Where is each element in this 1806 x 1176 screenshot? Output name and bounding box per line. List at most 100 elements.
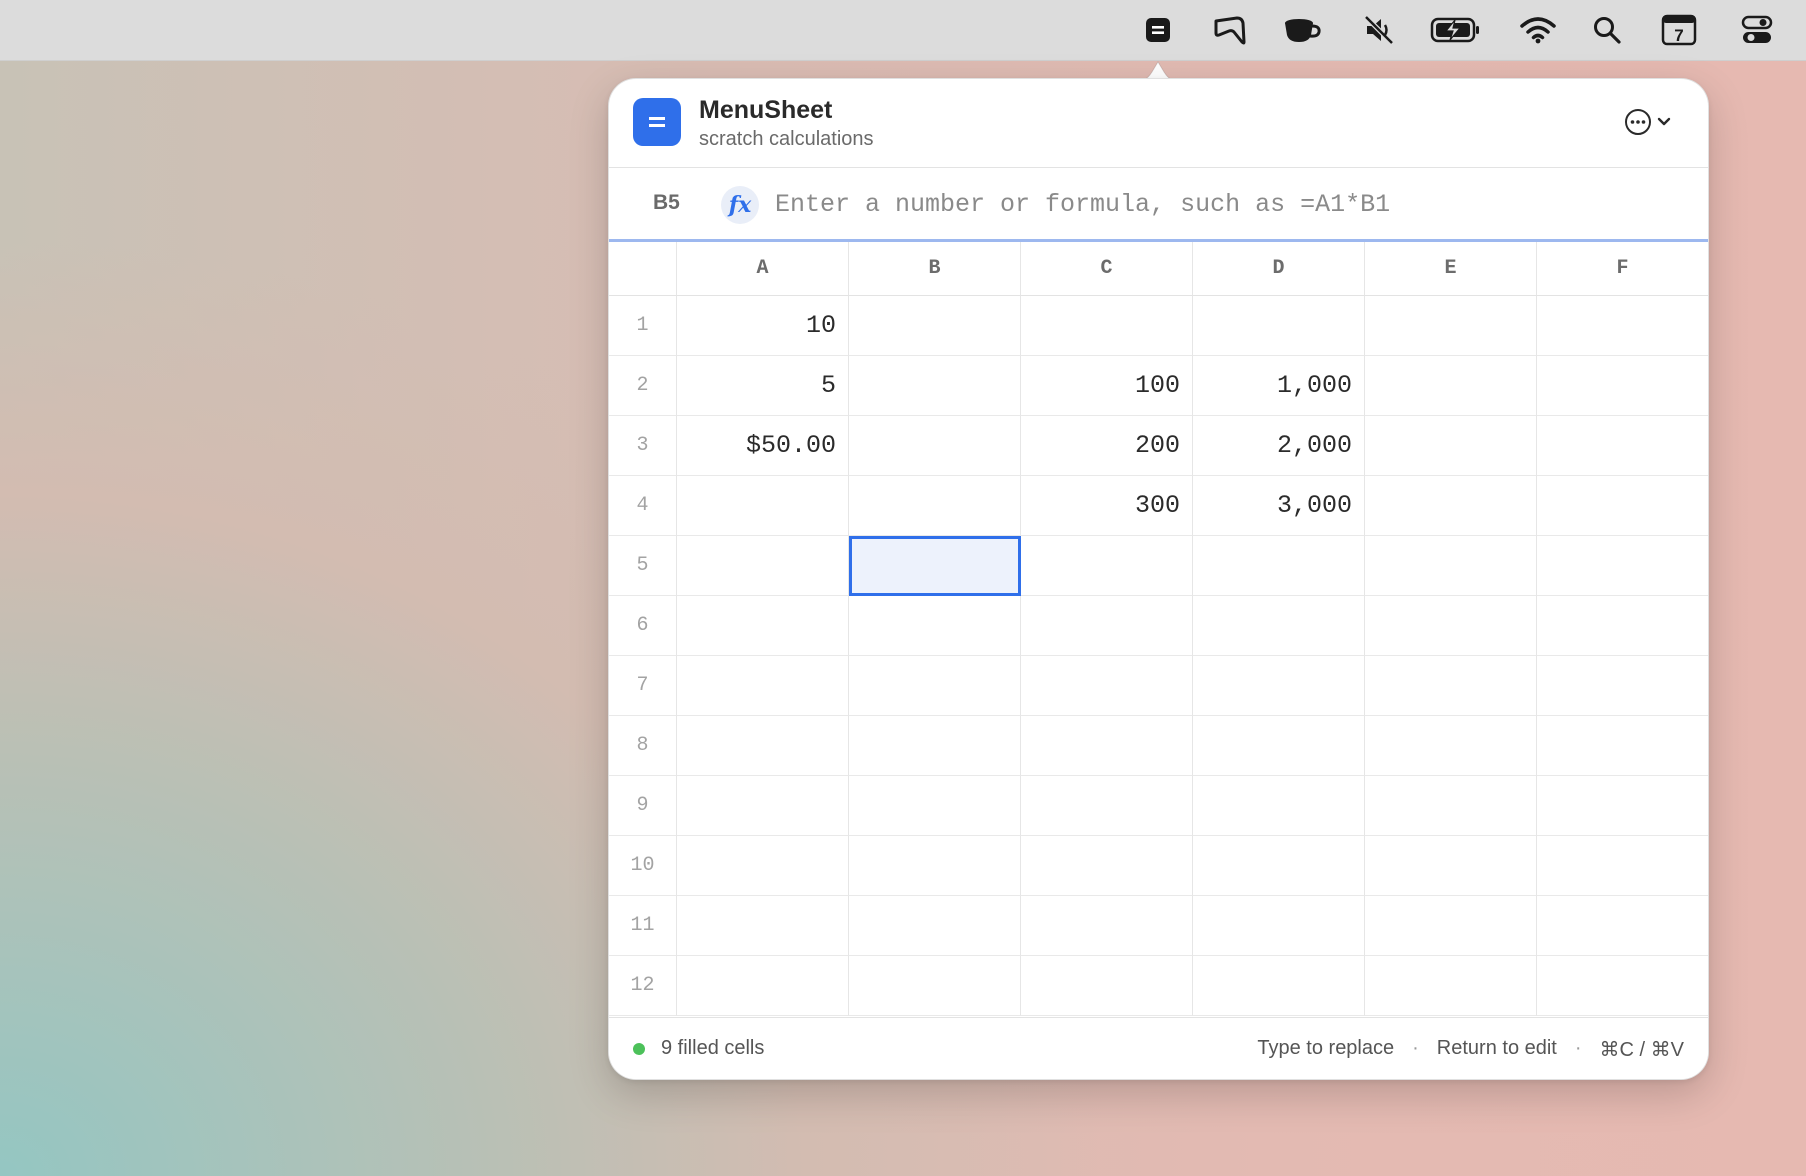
cell-e10[interactable] xyxy=(1365,836,1537,896)
menusheet-icon[interactable] xyxy=(1142,13,1174,47)
cell-d7[interactable] xyxy=(1193,656,1365,716)
cell-d2[interactable]: 1,000 xyxy=(1193,356,1365,416)
row-header-5[interactable]: 5 xyxy=(609,536,677,596)
cell-f10[interactable] xyxy=(1537,836,1708,896)
cell-c1[interactable] xyxy=(1021,296,1193,356)
cell-a4[interactable] xyxy=(677,476,849,536)
cell-c7[interactable] xyxy=(1021,656,1193,716)
cell-b2[interactable] xyxy=(849,356,1021,416)
cell-f11[interactable] xyxy=(1537,896,1708,956)
calendar-icon[interactable]: 7 xyxy=(1660,13,1698,47)
cell-a1[interactable]: 10 xyxy=(677,296,849,356)
cell-f6[interactable] xyxy=(1537,596,1708,656)
cell-d11[interactable] xyxy=(1193,896,1365,956)
cell-d12[interactable] xyxy=(1193,956,1365,1016)
row-header-9[interactable]: 9 xyxy=(609,776,677,836)
wifi-icon[interactable] xyxy=(1520,13,1556,47)
cell-c6[interactable] xyxy=(1021,596,1193,656)
cell-b8[interactable] xyxy=(849,716,1021,776)
cell-a11[interactable] xyxy=(677,896,849,956)
cell-a3[interactable]: $50.00 xyxy=(677,416,849,476)
cell-b11[interactable] xyxy=(849,896,1021,956)
column-header-f[interactable]: F xyxy=(1537,242,1708,296)
cell-e3[interactable] xyxy=(1365,416,1537,476)
row-header-1[interactable]: 1 xyxy=(609,296,677,356)
column-header-a[interactable]: A xyxy=(677,242,849,296)
cell-f3[interactable] xyxy=(1537,416,1708,476)
coffee-cup-icon[interactable] xyxy=(1282,13,1322,47)
column-header-c[interactable]: C xyxy=(1021,242,1193,296)
cell-b1[interactable] xyxy=(849,296,1021,356)
cell-c12[interactable] xyxy=(1021,956,1193,1016)
cell-a5[interactable] xyxy=(677,536,849,596)
cell-e1[interactable] xyxy=(1365,296,1537,356)
cell-b4[interactable] xyxy=(849,476,1021,536)
cell-c8[interactable] xyxy=(1021,716,1193,776)
cell-d3[interactable]: 2,000 xyxy=(1193,416,1365,476)
formula-input[interactable] xyxy=(775,183,1655,225)
cell-c4[interactable]: 300 xyxy=(1021,476,1193,536)
cell-b9[interactable] xyxy=(849,776,1021,836)
column-header-e[interactable]: E xyxy=(1365,242,1537,296)
cell-e9[interactable] xyxy=(1365,776,1537,836)
cell-b6[interactable] xyxy=(849,596,1021,656)
cell-a9[interactable] xyxy=(677,776,849,836)
cursor-icon[interactable] xyxy=(1212,13,1248,47)
control-center-icon[interactable] xyxy=(1740,13,1774,47)
row-header-3[interactable]: 3 xyxy=(609,416,677,476)
mute-icon[interactable] xyxy=(1362,13,1396,47)
cell-f5[interactable] xyxy=(1537,536,1708,596)
cell-f8[interactable] xyxy=(1537,716,1708,776)
cell-c3[interactable]: 200 xyxy=(1021,416,1193,476)
row-header-2[interactable]: 2 xyxy=(609,356,677,416)
cell-e7[interactable] xyxy=(1365,656,1537,716)
row-header-4[interactable]: 4 xyxy=(609,476,677,536)
cell-c5[interactable] xyxy=(1021,536,1193,596)
cell-e12[interactable] xyxy=(1365,956,1537,1016)
cell-e5[interactable] xyxy=(1365,536,1537,596)
row-header-6[interactable]: 6 xyxy=(609,596,677,656)
cell-d5[interactable] xyxy=(1193,536,1365,596)
cell-d8[interactable] xyxy=(1193,716,1365,776)
row-header-11[interactable]: 11 xyxy=(609,896,677,956)
cell-a8[interactable] xyxy=(677,716,849,776)
cell-b10[interactable] xyxy=(849,836,1021,896)
cell-b3[interactable] xyxy=(849,416,1021,476)
cell-d4[interactable]: 3,000 xyxy=(1193,476,1365,536)
cell-e6[interactable] xyxy=(1365,596,1537,656)
cell-c10[interactable] xyxy=(1021,836,1193,896)
cell-c2[interactable]: 100 xyxy=(1021,356,1193,416)
column-header-d[interactable]: D xyxy=(1193,242,1365,296)
cell-f1[interactable] xyxy=(1537,296,1708,356)
cell-a12[interactable] xyxy=(677,956,849,1016)
more-options-button[interactable] xyxy=(1624,107,1678,137)
search-icon[interactable] xyxy=(1592,13,1622,47)
cell-f7[interactable] xyxy=(1537,656,1708,716)
cell-a7[interactable] xyxy=(677,656,849,716)
cell-f4[interactable] xyxy=(1537,476,1708,536)
cell-b12[interactable] xyxy=(849,956,1021,1016)
cell-a10[interactable] xyxy=(677,836,849,896)
cell-f12[interactable] xyxy=(1537,956,1708,1016)
row-header-8[interactable]: 8 xyxy=(609,716,677,776)
cell-c11[interactable] xyxy=(1021,896,1193,956)
cell-f9[interactable] xyxy=(1537,776,1708,836)
cell-b7[interactable] xyxy=(849,656,1021,716)
cell-d10[interactable] xyxy=(1193,836,1365,896)
cell-e4[interactable] xyxy=(1365,476,1537,536)
cell-e2[interactable] xyxy=(1365,356,1537,416)
cell-a6[interactable] xyxy=(677,596,849,656)
cell-d9[interactable] xyxy=(1193,776,1365,836)
row-header-12[interactable]: 12 xyxy=(609,956,677,1016)
cell-d6[interactable] xyxy=(1193,596,1365,656)
cell-a2[interactable]: 5 xyxy=(677,356,849,416)
cell-d1[interactable] xyxy=(1193,296,1365,356)
row-header-7[interactable]: 7 xyxy=(609,656,677,716)
cell-b5[interactable] xyxy=(849,536,1021,596)
cell-c9[interactable] xyxy=(1021,776,1193,836)
cell-f2[interactable] xyxy=(1537,356,1708,416)
cell-e11[interactable] xyxy=(1365,896,1537,956)
row-header-10[interactable]: 10 xyxy=(609,836,677,896)
column-header-b[interactable]: B xyxy=(849,242,1021,296)
cell-e8[interactable] xyxy=(1365,716,1537,776)
